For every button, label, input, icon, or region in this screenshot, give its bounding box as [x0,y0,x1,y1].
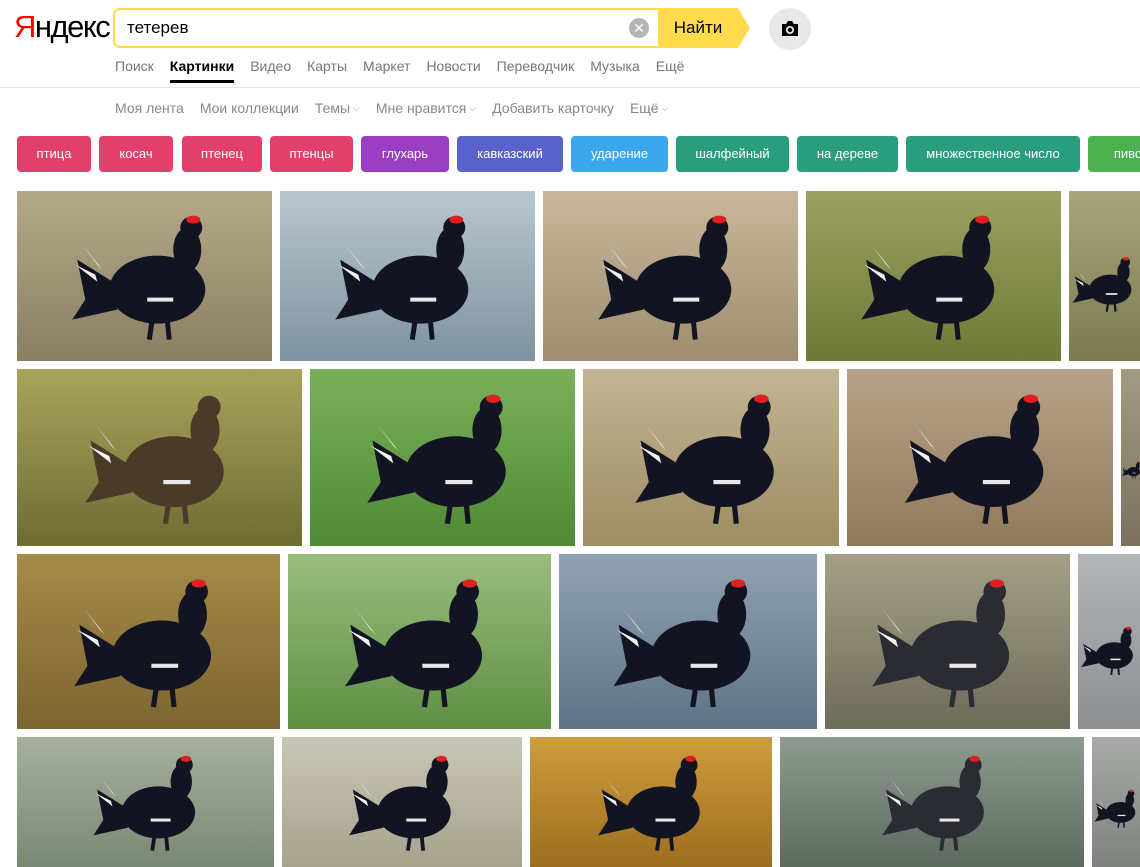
related-queries: птицакосачптенецптенцыглухарькавказскийу… [17,136,1140,172]
service-tab-3[interactable]: Карты [307,57,347,87]
find-button-arrow [738,8,750,48]
logo-rest: ндекс [35,9,109,44]
image-result-thumbnail[interactable] [559,554,817,729]
image-result-thumbnail[interactable] [17,191,272,361]
clear-search-button[interactable]: ✕ [629,18,649,38]
subnav-item-1[interactable]: Мои коллекции [200,99,299,118]
service-tab-0[interactable]: Поиск [115,57,154,87]
grouse-photo [530,737,772,867]
grouse-photo [806,191,1061,361]
grouse-photo [17,369,302,546]
subnav-label: Ещё [630,100,659,116]
related-query-chip[interactable]: множественное число [906,136,1080,172]
yandex-logo[interactable]: Яндекс [14,9,109,45]
image-result-thumbnail[interactable] [847,369,1113,546]
grouse-photo [559,554,817,729]
grouse-photo [1092,737,1140,867]
service-tab-6[interactable]: Переводчик [497,57,575,87]
subnav-label: Темы [315,100,350,116]
image-result-thumbnail[interactable] [17,737,274,867]
search-form: ✕ Найти [113,8,750,48]
chevron-down-icon: ⌵ [469,99,476,117]
grouse-photo [17,191,272,361]
grouse-photo [288,554,551,729]
related-query-chip[interactable]: шалфейный [676,136,789,172]
camera-icon [780,20,800,37]
image-result-thumbnail[interactable] [280,191,535,361]
subnav-label: Мне нравится [376,100,466,116]
logo-first-letter: Я [14,9,35,44]
image-result-thumbnail[interactable] [17,369,302,546]
related-query-chip[interactable]: птенцы [270,136,353,172]
service-tab-4[interactable]: Маркет [363,57,410,87]
related-query-chip[interactable]: птенец [182,136,262,172]
header-divider [0,87,1140,88]
subnav-item-5[interactable]: Ещё⌵ [630,99,668,118]
grouse-photo [280,191,535,361]
related-query-chip[interactable]: косач [99,136,173,172]
clear-icon: ✕ [633,20,645,36]
image-result-thumbnail[interactable] [17,554,280,729]
related-query-chip[interactable]: кавказский [457,136,563,172]
subnav-item-3[interactable]: Мне нравится⌵ [376,99,476,118]
search-box: ✕ [113,8,660,48]
image-result-thumbnail[interactable] [780,737,1084,867]
service-tab-1[interactable]: Картинки [170,57,234,87]
image-result-thumbnail[interactable] [583,369,839,546]
subnav-item-4[interactable]: Добавить карточку [492,99,614,118]
image-result-thumbnail[interactable] [1121,369,1140,546]
image-result-thumbnail[interactable] [806,191,1061,361]
grouse-photo [17,554,280,729]
service-tab-2[interactable]: Видео [250,57,291,87]
related-query-chip[interactable]: глухарь [361,136,449,172]
image-result-thumbnail[interactable] [310,369,575,546]
image-result-thumbnail[interactable] [282,737,522,867]
subnav-label: Добавить карточку [492,100,614,116]
service-tab-5[interactable]: Новости [426,57,480,87]
find-button[interactable]: Найти [658,8,738,48]
grouse-photo [780,737,1084,867]
subnav-item-0[interactable]: Моя лента [115,99,184,118]
grouse-photo [825,554,1070,729]
images-subnav: Моя лентаМои коллекцииТемы⌵Мне нравится⌵… [115,99,684,118]
subnav-item-2[interactable]: Темы⌵ [315,99,360,118]
image-result-thumbnail[interactable] [1078,554,1140,729]
image-result-thumbnail[interactable] [1069,191,1140,361]
services-nav: Поиск Картинки Видео Карты Маркет Новости Пере… [115,57,700,87]
image-result-thumbnail[interactable] [543,191,798,361]
grouse-photo [1078,554,1140,729]
grouse-photo [17,737,274,867]
image-result-thumbnail[interactable] [288,554,551,729]
related-query-chip[interactable]: на дереве [797,136,898,172]
grouse-photo [583,369,839,546]
related-query-chip[interactable]: птица [17,136,91,172]
image-result-thumbnail[interactable] [1092,737,1140,867]
chevron-down-icon: ⌵ [662,99,669,117]
chevron-down-icon: ⌵ [353,99,360,117]
image-result-thumbnail[interactable] [530,737,772,867]
related-query-chip[interactable]: ударение [571,136,668,172]
grouse-photo [1121,369,1140,546]
grouse-photo [543,191,798,361]
subnav-label: Мои коллекции [200,100,299,116]
grouse-photo [847,369,1113,546]
service-tab-7[interactable]: Музыка [590,57,640,87]
grouse-photo [282,737,522,867]
search-input[interactable] [115,10,615,46]
image-search-button[interactable] [769,8,811,50]
image-result-thumbnail[interactable] [825,554,1070,729]
grouse-photo [310,369,575,546]
subnav-label: Моя лента [115,100,184,116]
service-tab-8[interactable]: Ещё [656,57,685,87]
related-query-chip[interactable]: пиво [1088,136,1140,172]
grouse-photo [1069,191,1140,361]
